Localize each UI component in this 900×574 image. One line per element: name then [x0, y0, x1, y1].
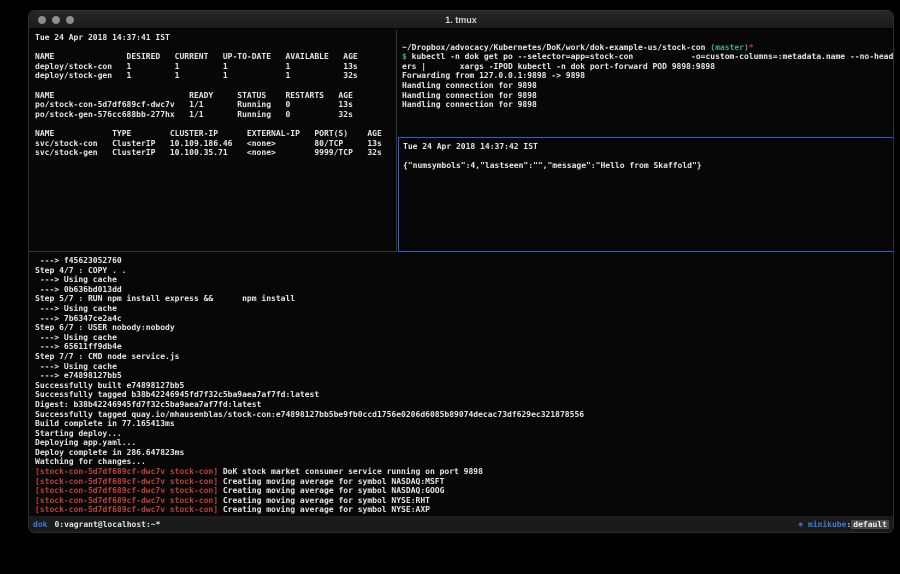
- terminal-line: svc/stock-gen ClusterIP 10.100.35.71 <no…: [35, 148, 396, 158]
- terminal-line: Successfully built e74898127bb5: [35, 381, 893, 391]
- terminal-line: Step 6/7 : USER nobody:nobody: [35, 323, 893, 333]
- title-bar: 1. tmux: [29, 11, 893, 29]
- terminal-line: ---> Using cache: [35, 362, 893, 372]
- terminal-line: Step 4/7 : COPY . .: [35, 266, 893, 276]
- terminal-window: 1. tmux Tue 24 Apr 2018 14:37:41 IST NAME…: [28, 10, 894, 533]
- terminal-line: [stock-con-5d7df689cf-dwc7v stock-con] C…: [35, 486, 893, 496]
- terminal-line: Starting deploy...: [35, 429, 893, 439]
- terminal-line: Handling connection for 9898: [402, 91, 893, 101]
- terminal-line: po/stock-gen-576cc688bb-277hx 1/1 Runnin…: [35, 110, 396, 120]
- kube-context: minikube: [803, 520, 846, 529]
- terminal-line: Digest: b38b42246945fd7f32c5ba9aea7af7fd…: [35, 400, 893, 410]
- terminal-line: [stock-con-5d7df689cf-dwc7v stock-con] C…: [35, 505, 893, 515]
- minimize-button[interactable]: [52, 16, 60, 24]
- terminal-line: Build complete in 77.165413ms: [35, 419, 893, 429]
- terminal-line: deploy/stock-con 1 1 1 1 13s: [35, 62, 396, 72]
- terminal-line: Handling connection for 9898: [402, 100, 893, 110]
- tmux-session: Tue 24 Apr 2018 14:37:41 IST NAME DESIRED…: [29, 30, 893, 516]
- terminal-line: Deploying app.yaml...: [35, 438, 893, 448]
- terminal-line: ---> 7b6347ce2a4c: [35, 314, 893, 324]
- terminal-line: Successfully tagged quay.io/mhausenblas/…: [35, 410, 893, 420]
- terminal-line: $ kubectl -n dok get po --selector=app=s…: [402, 52, 893, 62]
- terminal-line: ~/Dropbox/advocacy/Kubernetes/DoK/work/d…: [402, 43, 893, 53]
- terminal-line: Watching for changes...: [35, 457, 893, 467]
- terminal-line: Step 7/7 : CMD node service.js: [35, 352, 893, 362]
- terminal-line: Tue 24 Apr 2018 14:37:42 IST: [403, 142, 893, 152]
- terminal-line: [402, 33, 893, 43]
- kube-namespace-badge: default: [851, 520, 889, 529]
- terminal-line: ---> Using cache: [35, 275, 893, 285]
- terminal-line: [stock-con-5d7df689cf-dwc7v stock-con] C…: [35, 496, 893, 506]
- terminal-line: [stock-con-5d7df689cf-dwc7v stock-con] C…: [35, 477, 893, 487]
- zoom-button[interactable]: [66, 16, 74, 24]
- terminal-line: Deploy complete in 286.647823ms: [35, 448, 893, 458]
- terminal-line: NAME DESIRED CURRENT UP-TO-DATE AVAILABL…: [35, 52, 396, 62]
- terminal-line: NAME TYPE CLUSTER-IP EXTERNAL-IP PORT(S)…: [35, 129, 396, 139]
- terminal-line: deploy/stock-gen 1 1 1 1 32s: [35, 71, 396, 81]
- terminal-line: Handling connection for 9898: [402, 81, 893, 91]
- window-title: 1. tmux: [29, 15, 893, 25]
- terminal-line: Step 5/7 : RUN npm install express && np…: [35, 294, 893, 304]
- session-name: dok: [33, 520, 47, 529]
- terminal-line: [35, 43, 396, 53]
- terminal-line: [403, 152, 893, 162]
- terminal-line: ers | xargs -IPOD kubectl -n dok port-fo…: [402, 62, 893, 72]
- terminal-line: [35, 119, 396, 129]
- terminal-line: ---> f45623052760: [35, 256, 893, 266]
- pane-curl-output-active[interactable]: Tue 24 Apr 2018 14:37:42 IST {"numsymbols…: [398, 137, 893, 252]
- terminal-line: Forwarding from 127.0.0.1:9898 -> 9898: [402, 71, 893, 81]
- window-list-item-active[interactable]: 0:vagrant@localhost:~*: [54, 520, 160, 529]
- terminal-line: ---> 0b636bd013dd: [35, 285, 893, 295]
- terminal-line: ---> Using cache: [35, 333, 893, 343]
- terminal-line: po/stock-con-5d7df689cf-dwc7v 1/1 Runnin…: [35, 100, 396, 110]
- pane-skaffold-build[interactable]: ---> f45623052760Step 4/7 : COPY . . ---…: [29, 252, 893, 516]
- terminal-line: ---> 65611ff9db4e: [35, 342, 893, 352]
- terminal-line: {"numsymbols":4,"lastseen":"","message":…: [403, 161, 893, 171]
- terminal-line: svc/stock-con ClusterIP 10.109.186.46 <n…: [35, 139, 396, 149]
- terminal-line: Successfully tagged b38b42246945fd7f32c5…: [35, 390, 893, 400]
- tmux-status-bar: dok 0:vagrant@localhost:~* ⎈ minikube : …: [29, 516, 893, 532]
- status-right: ⎈ minikube : default: [798, 520, 889, 529]
- close-button[interactable]: [38, 16, 46, 24]
- terminal-line: [stock-con-5d7df689cf-dwc7v stock-con] D…: [35, 467, 893, 477]
- traffic-lights: [38, 11, 74, 28]
- terminal-line: Tue 24 Apr 2018 14:37:41 IST: [35, 33, 396, 43]
- terminal-line: ---> Using cache: [35, 304, 893, 314]
- terminal-line: [35, 81, 396, 91]
- terminal-line: ---> e74898127bb5: [35, 371, 893, 381]
- pane-kubectl-watch[interactable]: Tue 24 Apr 2018 14:37:41 IST NAME DESIRED…: [29, 30, 397, 252]
- pane-port-forward[interactable]: ~/Dropbox/advocacy/Kubernetes/DoK/work/d…: [398, 30, 893, 137]
- terminal-line: NAME READY STATUS RESTARTS AGE: [35, 91, 396, 101]
